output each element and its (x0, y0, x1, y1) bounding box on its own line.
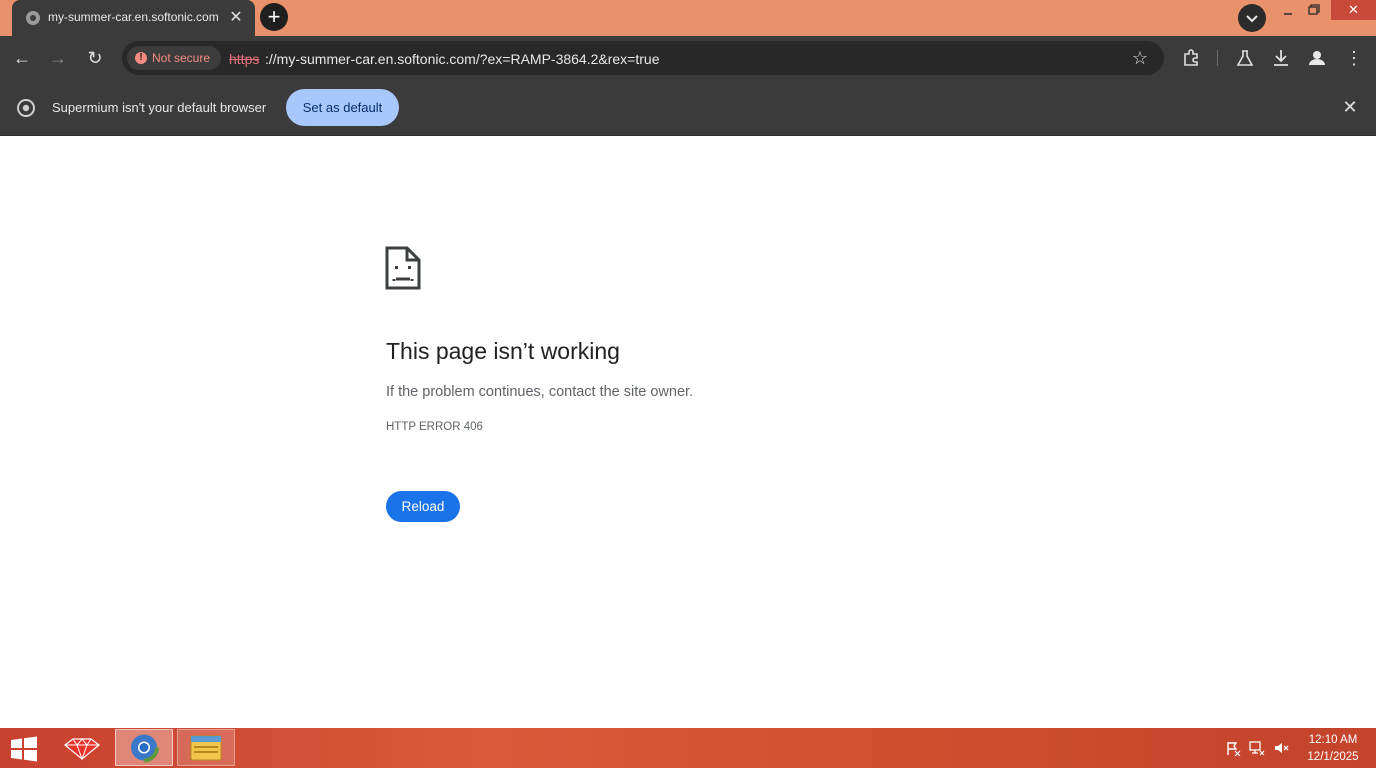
action-center-flag-icon[interactable] (1225, 740, 1241, 757)
default-browser-infobar: Supermium isn't your default browser Set… (0, 80, 1376, 136)
error-title: This page isn’t working (386, 338, 620, 364)
error-code: HTTP ERROR 406 (386, 421, 483, 433)
address-bar[interactable]: Not secure https ://my-summer-car.en.sof… (122, 41, 1164, 75)
taskbar: 12:10 AM 12/1/2025 (0, 728, 1376, 768)
tab-title: my-summer-car.en.softonic.com (48, 10, 219, 24)
bookmark-star-button[interactable]: ☆ (1126, 44, 1154, 72)
taskbar-app-browser[interactable] (115, 729, 173, 766)
flask-icon (1236, 50, 1254, 66)
back-button[interactable]: ← (8, 44, 36, 72)
person-icon (1309, 51, 1325, 65)
downloads-button[interactable] (1267, 44, 1295, 72)
ruby-app-icon (64, 738, 100, 761)
chrome-like-browser-icon (129, 732, 159, 763)
network-icon[interactable] (1249, 740, 1265, 756)
browser-tab[interactable]: my-summer-car.en.softonic.com ✕ (12, 0, 255, 36)
sad-page-icon (385, 246, 421, 290)
volume-muted-icon[interactable] (1273, 740, 1289, 756)
toolbar-divider (1217, 50, 1218, 66)
browser-toolbar: ← → ↻ Not secure https ://my-summer-car.… (0, 36, 1376, 80)
tab-close-button[interactable]: ✕ (228, 8, 244, 28)
warning-icon (135, 51, 147, 65)
error-description: If the problem continues, contact the si… (386, 384, 694, 400)
labs-button[interactable] (1231, 44, 1259, 72)
menu-button[interactable]: ⋮ (1340, 44, 1368, 72)
extensions-button[interactable] (1178, 44, 1206, 72)
new-tab-button[interactable]: + (260, 3, 288, 31)
taskbar-app-ruby[interactable] (53, 729, 111, 766)
start-button[interactable] (10, 736, 38, 762)
minimize-icon (1284, 13, 1292, 15)
clock-date[interactable]: 12/1/2025 (1300, 751, 1366, 763)
taskbar-app-explorer[interactable] (177, 729, 235, 766)
download-icon (1274, 50, 1288, 66)
clock-time[interactable]: 12:10 AM (1300, 734, 1366, 746)
globe-icon (26, 11, 40, 25)
url-text: ://my-summer-car.en.softonic.com/?ex=RAM… (265, 51, 660, 67)
restore-button[interactable] (1304, 2, 1324, 18)
restore-icon (1308, 4, 1320, 15)
browser-logo-icon (17, 99, 35, 117)
title-bar: my-summer-car.en.softonic.com ✕ + ✕ (0, 0, 1376, 36)
url-scheme: https (229, 51, 260, 67)
security-chip[interactable]: Not secure (127, 46, 221, 70)
infobar-close-button[interactable]: ✕ (1340, 96, 1360, 118)
infobar-message: Supermium isn't your default browser (52, 100, 267, 115)
puzzle-icon (1184, 49, 1198, 66)
profile-button[interactable] (1303, 44, 1331, 72)
minimize-button[interactable] (1278, 4, 1298, 18)
set-as-default-button[interactable]: Set as default (286, 89, 399, 126)
forward-button[interactable]: → (44, 44, 72, 72)
chevron-down-icon (1246, 15, 1258, 23)
security-label: Not secure (152, 51, 211, 65)
window-close-button[interactable]: ✕ (1331, 0, 1376, 20)
file-explorer-icon (190, 735, 222, 761)
reload-button[interactable]: Reload (386, 491, 460, 522)
reload-toolbar-button[interactable]: ↻ (81, 44, 109, 72)
windows-logo-icon (11, 736, 37, 762)
tab-search-button[interactable] (1238, 4, 1266, 32)
page-content: This page isn’t working If the problem c… (0, 136, 1376, 728)
